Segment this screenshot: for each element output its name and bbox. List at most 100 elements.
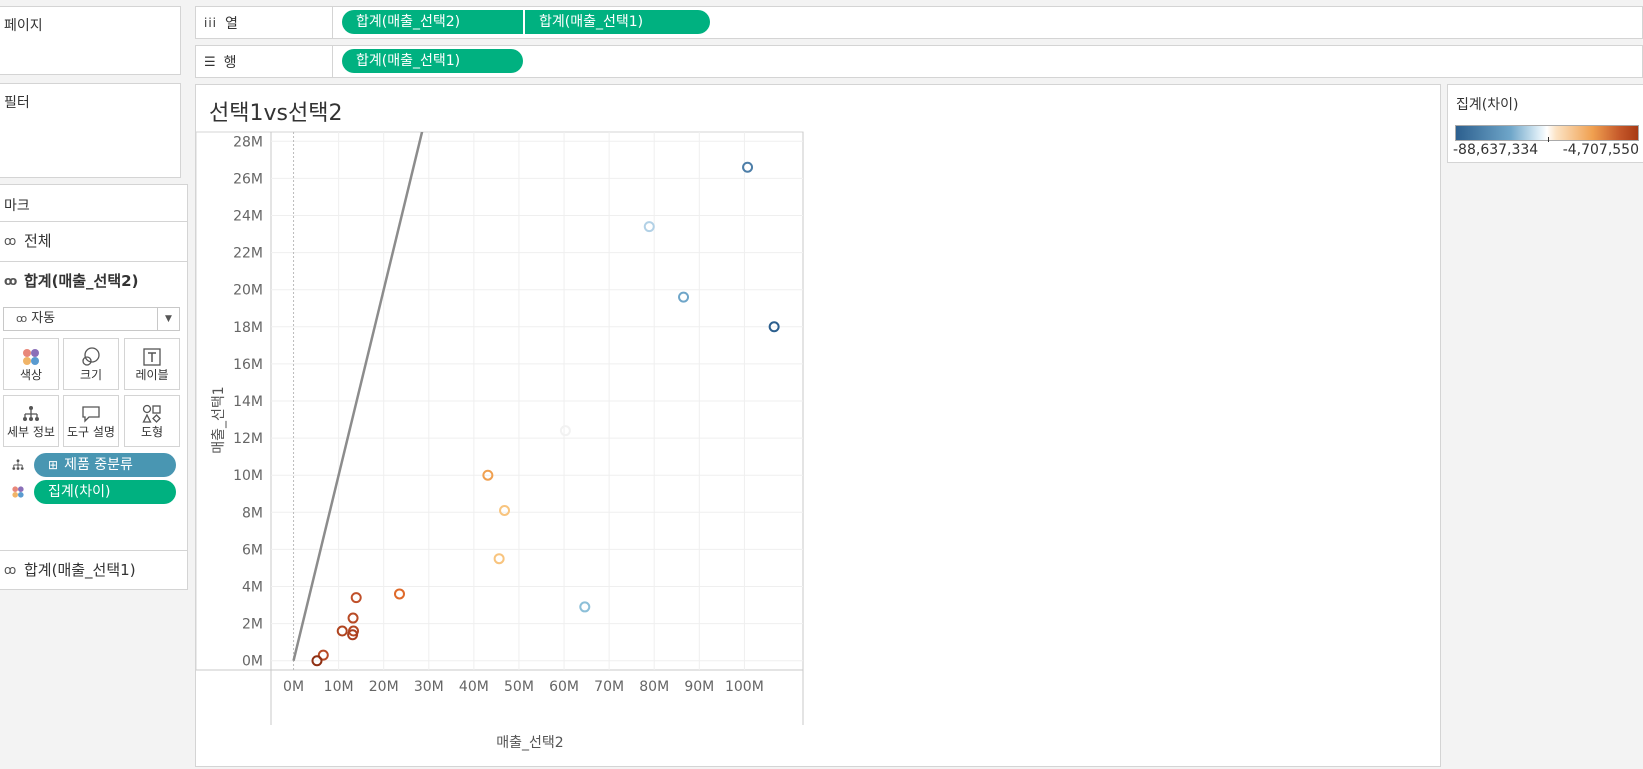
reference-line-group (292, 132, 424, 662)
legend-title: 집계(차이) (1456, 97, 1519, 113)
x-axis-ticks: 0M 10M 20M 30M 40M 50M 60M 70M 80M 90M 100M (283, 679, 764, 695)
scatter-point[interactable] (493, 553, 505, 565)
marks-title: 마크 (4, 198, 30, 214)
hierarchy-icon (4, 404, 58, 428)
text-label-icon (125, 347, 179, 371)
columns-shelf-title: iii 열 (204, 13, 238, 33)
y-tick-label: 24M (233, 208, 263, 224)
scatter-point[interactable] (643, 221, 655, 233)
marks-card-sel2[interactable]: ꝏ 합계(매출_선택2) (0, 261, 187, 299)
x-tick-label: 20M (369, 679, 399, 695)
filters-panel[interactable]: 필터 (0, 83, 181, 178)
scatter-chart: 선택1vs선택2 0M 10M 20M 30M 40M 50M 60M 70M 80M 90M 10… (196, 101, 804, 751)
y-tick-label: 26M (233, 171, 263, 187)
scatter-point[interactable] (347, 612, 359, 624)
scatter-point[interactable] (393, 588, 405, 600)
scatter-points (311, 161, 780, 667)
color-field-label: 집계(차이) (48, 484, 111, 500)
legend-min-label: -88,637,334 (1453, 142, 1539, 158)
color-icon (4, 347, 58, 371)
label-button[interactable]: 레이블 (124, 338, 180, 390)
legend-max-label: -4,707,550 (1562, 142, 1639, 158)
pages-title: 페이지 (4, 18, 43, 34)
columns-pill-2[interactable]: 합계(매출_선택1) (525, 10, 710, 34)
marks-card-sel2-label: 합계(매출_선택2) (24, 272, 139, 290)
legend-gradient (1455, 125, 1639, 142)
detail-encoding-icon (11, 457, 25, 476)
color-encoding-icon (11, 484, 25, 503)
marks-card-all-label: 전체 (24, 232, 52, 250)
multi-mark-icon: ꝏ (16, 312, 28, 325)
x-tick-label: 70M (594, 679, 624, 695)
y-tick-label: 8M (242, 505, 263, 521)
rows-pill-1[interactable]: 합계(매출_선택1) (342, 49, 523, 73)
y-tick-label: 12M (233, 431, 263, 447)
mark-type-dropdown[interactable]: ꝏ 자동 ▼ (3, 307, 180, 331)
y-tick-label: 4M (242, 580, 263, 596)
x-tick-label: 60M (549, 679, 579, 695)
rows-shelf[interactable]: ☰ 행 합계(매출_선택1) (195, 45, 1643, 78)
shelf-divider (332, 46, 333, 77)
x-tick-label: 80M (639, 679, 669, 695)
color-legend-panel[interactable]: 집계(차이) -88,637,334 -4,707,550 (1447, 84, 1643, 163)
shapes-icon (125, 404, 179, 428)
rows-shelf-title: ☰ 행 (204, 52, 237, 72)
x-tick-label: 40M (459, 679, 489, 695)
y-tick-label: 28M (233, 134, 263, 150)
shape-button[interactable]: 도형 (124, 395, 180, 447)
y-tick-label: 6M (242, 542, 263, 558)
scatter-point[interactable] (579, 601, 591, 613)
x-tick-label: 30M (414, 679, 444, 695)
scatter-point[interactable] (350, 592, 362, 604)
scatter-point[interactable] (499, 504, 511, 516)
filters-title: 필터 (4, 95, 30, 111)
multi-mark-icon: ꝏ (4, 562, 17, 577)
x-tick-label: 90M (684, 679, 714, 695)
x-tick-label: 0M (283, 679, 304, 695)
y-tick-label: 20M (233, 283, 263, 299)
marks-panel: 마크 ꝏ 전체 ꝏ 합계(매출_선택2) ꝏ 자동 ▼ 색상 크기 레이블 세부 … (0, 184, 188, 590)
marks-card-all[interactable]: ꝏ 전체 (0, 221, 187, 259)
detail-button[interactable]: 세부 정보 (3, 395, 59, 447)
marks-card-sel1[interactable]: ꝏ 합계(매출_선택1) (0, 550, 187, 588)
expand-plus-icon: ⊞ (48, 458, 59, 472)
x-tick-label: 100M (725, 679, 764, 695)
speech-bubble-icon (64, 404, 118, 428)
shelf-divider (332, 7, 333, 38)
chart-grid (196, 131, 804, 725)
rows-label: 행 (223, 55, 237, 71)
color-field-pill[interactable]: 집계(차이) (34, 480, 176, 504)
legend-midpoint-marker (1548, 137, 1549, 142)
scatter-point[interactable] (559, 425, 571, 437)
columns-shelf[interactable]: iii 열 합계(매출_선택2) 합계(매출_선택1) (195, 6, 1643, 39)
scatter-point[interactable] (678, 291, 690, 303)
marks-card-sel1-label: 합계(매출_선택1) (24, 561, 136, 579)
x-axis-label: 매출_선택2 (496, 735, 563, 751)
columns-icon: iii (204, 16, 218, 30)
chart-title: 선택1vs선택2 (209, 101, 342, 126)
pages-panel[interactable]: 페이지 (0, 6, 181, 75)
y-axis-label: 매출_선택1 (211, 386, 227, 453)
columns-pill-1[interactable]: 합계(매출_선택2) (342, 10, 523, 34)
y-tick-label: 0M (242, 654, 263, 670)
multi-mark-icon: ꝏ (4, 273, 18, 288)
size-icon (64, 347, 118, 371)
view-panel[interactable]: 선택1vs선택2 0M 10M 20M 30M 40M 50M 60M 70M 80M 90M 10… (195, 84, 1441, 767)
detail-field-pill[interactable]: ⊞ 제품 중분류 (34, 453, 176, 477)
mark-type-value: 자동 (31, 311, 56, 326)
size-button[interactable]: 크기 (63, 338, 119, 390)
multi-mark-icon: ꝏ (4, 233, 17, 248)
detail-field-label: 제품 중분류 (64, 457, 133, 473)
x-tick-label: 10M (324, 679, 354, 695)
tooltip-button[interactable]: 도구 설명 (63, 395, 119, 447)
y-tick-label: 2M (242, 617, 263, 633)
chevron-down-icon: ▼ (157, 308, 179, 330)
y-tick-label: 16M (233, 357, 263, 373)
x-tick-label: 50M (504, 679, 534, 695)
y-tick-label: 14M (233, 394, 263, 410)
columns-label: 열 (225, 16, 238, 32)
reference-line (292, 132, 424, 662)
y-tick-label: 10M (233, 468, 263, 484)
color-button[interactable]: 색상 (3, 338, 59, 390)
y-tick-label: 18M (233, 320, 263, 336)
